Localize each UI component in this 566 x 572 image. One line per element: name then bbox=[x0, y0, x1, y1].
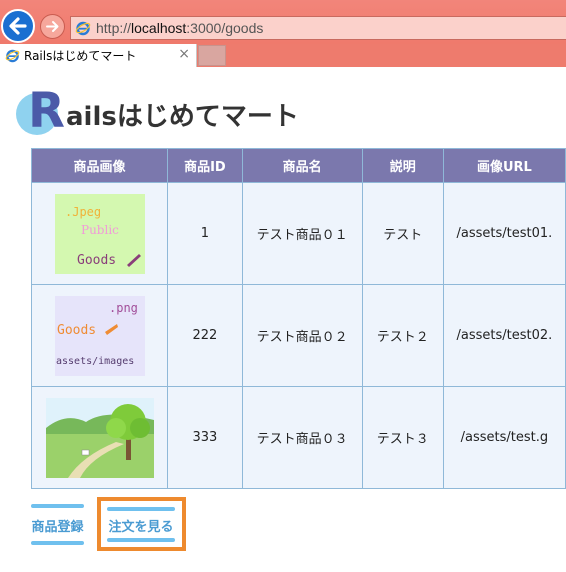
forward-button[interactable] bbox=[40, 14, 65, 39]
tab-title: Railsはじめてマート bbox=[24, 49, 137, 63]
site-logo: R ailsはじめてマート bbox=[14, 83, 314, 139]
col-header-name: 商品名 bbox=[241, 148, 363, 183]
svg-text:Public: Public bbox=[81, 223, 119, 237]
id-cell: 333 bbox=[167, 386, 243, 489]
description-cell: テスト３ bbox=[361, 386, 444, 489]
link-bottom-line bbox=[31, 541, 84, 545]
id-cell: 222 bbox=[167, 284, 243, 387]
table-header-row: 商品画像 商品ID 商品名 説明 画像URL bbox=[30, 148, 566, 183]
goods-table: 商品画像 商品ID 商品名 説明 画像URL .Jpeg Public Good… bbox=[30, 148, 566, 489]
name-cell: テスト商品０３ bbox=[241, 386, 363, 489]
svg-text:assets/images: assets/images bbox=[56, 356, 134, 367]
col-header-id: 商品ID bbox=[167, 148, 243, 183]
description-cell: テスト２ bbox=[361, 284, 444, 387]
col-header-description: 説明 bbox=[361, 148, 444, 183]
name-cell: テスト商品０２ bbox=[241, 284, 363, 387]
name-cell: テスト商品０１ bbox=[241, 182, 363, 285]
url-text: http://localhost:3000/goods bbox=[96, 20, 264, 36]
image-url-cell: /assets/test01. bbox=[442, 182, 566, 285]
svg-text:Goods: Goods bbox=[77, 253, 116, 268]
goods-png-thumbnail: .png Goods assets/images bbox=[54, 295, 145, 376]
new-tab-button[interactable] bbox=[198, 45, 226, 66]
table-row: .png Goods assets/images 222 テスト商品０２ テスト… bbox=[30, 284, 566, 387]
svg-text:.Jpeg: .Jpeg bbox=[65, 205, 101, 219]
address-bar[interactable]: http://localhost:3000/goods bbox=[70, 16, 566, 40]
col-header-image: 商品画像 bbox=[30, 148, 169, 183]
image-url-cell: /assets/test02. bbox=[442, 284, 566, 387]
table-row: .Jpeg Public Goods 1 テスト商品０１ テスト /assets… bbox=[30, 182, 566, 285]
table-row: 333 テスト商品０３ テスト３ /assets/test.g bbox=[30, 386, 566, 489]
description-cell: テスト bbox=[361, 182, 444, 285]
logo-letter: R bbox=[28, 83, 65, 139]
tab-strip: Railsはじめてマート × bbox=[0, 44, 566, 67]
id-cell: 1 bbox=[167, 182, 243, 285]
link-top-line bbox=[31, 504, 84, 508]
arrow-left-icon bbox=[9, 17, 27, 35]
browser-toolbar: http://localhost:3000/goods bbox=[0, 0, 566, 44]
logo-title: ailsはじめてマート bbox=[66, 102, 299, 132]
image-url-cell: /assets/test.g bbox=[442, 386, 566, 489]
image-cell: .Jpeg Public Goods bbox=[30, 182, 169, 285]
arrow-right-icon bbox=[46, 21, 59, 32]
image-cell: .png Goods assets/images bbox=[30, 284, 169, 387]
col-header-image-url: 画像URL bbox=[442, 148, 566, 183]
ie-icon bbox=[5, 49, 20, 63]
browser-tab[interactable]: Railsはじめてマート × bbox=[0, 44, 197, 67]
goods-jpeg-thumbnail: .Jpeg Public Goods bbox=[54, 193, 145, 274]
highlight-box bbox=[97, 497, 186, 551]
svg-text:Goods: Goods bbox=[57, 323, 96, 338]
register-goods-label[interactable]: 商品登録 bbox=[31, 516, 84, 535]
image-cell bbox=[30, 386, 169, 489]
landscape-thumbnail bbox=[45, 397, 154, 478]
close-tab-icon[interactable]: × bbox=[178, 46, 190, 62]
back-button[interactable] bbox=[1, 9, 35, 43]
svg-text:.png: .png bbox=[109, 301, 138, 315]
ie-icon bbox=[75, 21, 91, 36]
